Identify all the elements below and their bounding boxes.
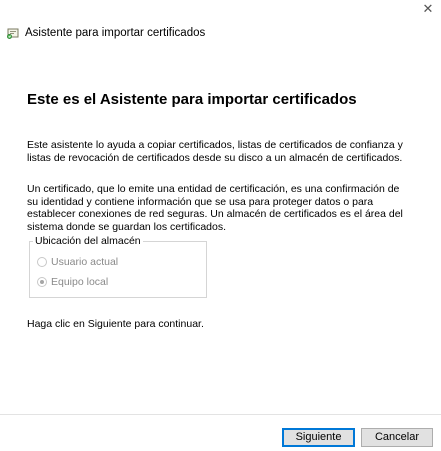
next-button[interactable]: Siguiente — [282, 428, 355, 447]
radio-checked-icon — [37, 277, 47, 287]
window-title: Asistente para importar certificados — [25, 27, 206, 39]
radio-current-user-label: Usuario actual — [51, 256, 119, 268]
continue-instruction: Haga clic en Siguiente para continuar. — [27, 318, 204, 330]
close-icon: ✕ — [422, 1, 434, 16]
radio-current-user[interactable]: Usuario actual — [37, 256, 118, 268]
footer-divider — [0, 414, 441, 415]
intro-paragraph: Este asistente lo ayuda a copiar certifi… — [27, 139, 403, 164]
cancel-button[interactable]: Cancelar — [361, 428, 433, 447]
store-location-group: Ubicación del almacén Usuario actual Equ… — [29, 235, 207, 298]
radio-unchecked-icon — [37, 257, 47, 267]
radio-local-machine[interactable]: Equipo local — [37, 276, 108, 288]
page-title: Este es el Asistente para importar certi… — [27, 91, 357, 108]
close-button[interactable]: ✕ — [421, 2, 435, 16]
certificate-icon — [6, 26, 20, 40]
store-location-legend: Ubicación del almacén — [33, 235, 143, 247]
description-paragraph: Un certificado, que lo emite una entidad… — [27, 183, 403, 233]
title-bar: Asistente para importar certificados — [6, 26, 205, 40]
radio-local-machine-label: Equipo local — [51, 276, 109, 288]
